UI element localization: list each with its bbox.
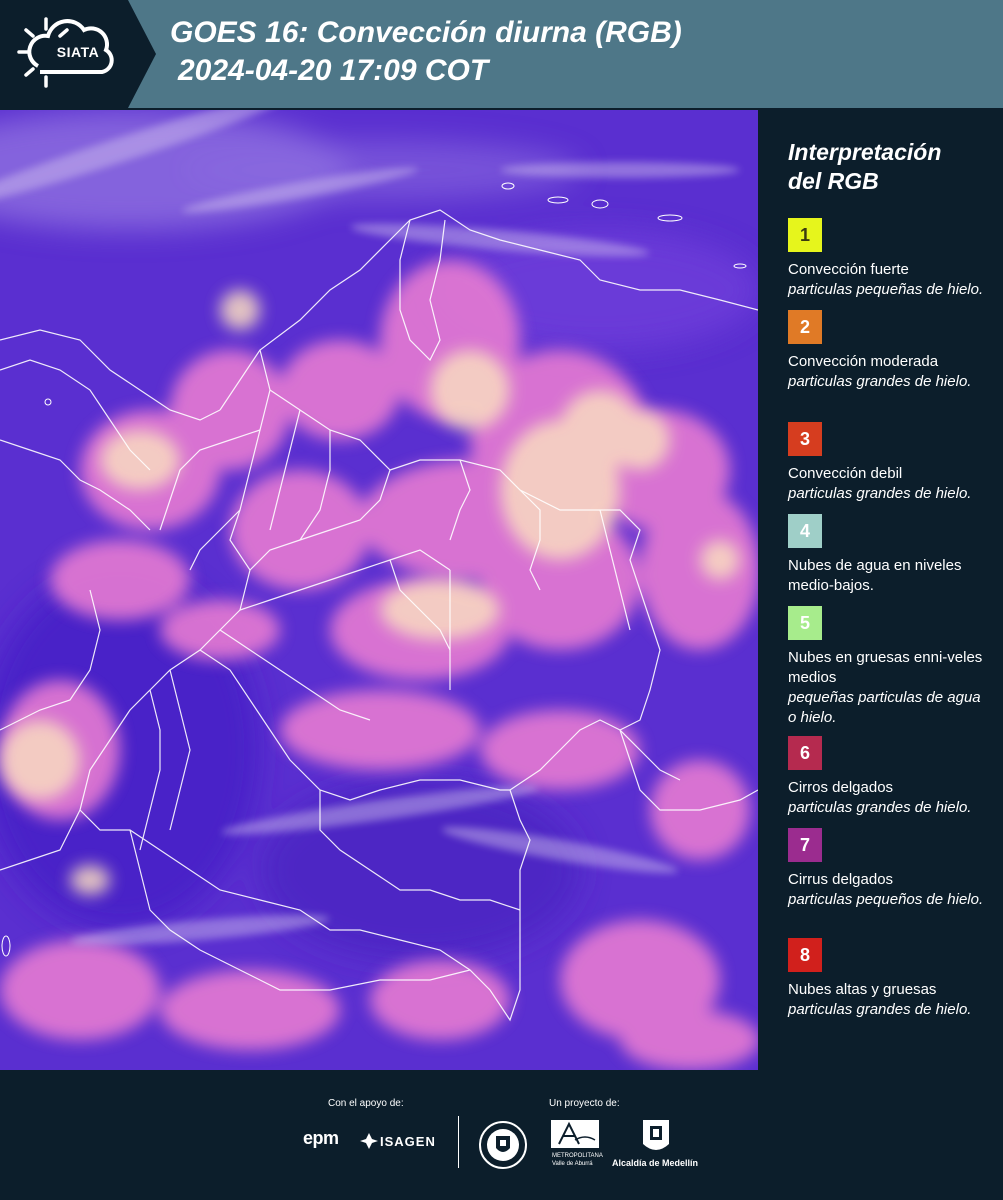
legend-sub-3: particulas grandes de hielo. <box>788 485 972 502</box>
area-caption-line-1: METROPOLITANA <box>552 1153 603 1159</box>
isagen-logo: ISAGEN <box>380 1134 436 1149</box>
legend-label-8: Nubes altas y gruesas <box>788 981 937 998</box>
legend-sub-2: particulas grandes de hielo. <box>788 373 972 390</box>
legend-sub-6: particulas grandes de hielo. <box>788 799 972 816</box>
support-caption: Con el apoyo de: <box>328 1098 404 1109</box>
legend-item-8: 8 Nubes altas y gruesas particulas grand… <box>788 938 993 1020</box>
legend-swatch-5: 5 <box>788 606 822 640</box>
isagen-logo-icon <box>360 1133 378 1149</box>
legend-label-5: Nubes en gruesas enni-veles medios <box>788 649 983 686</box>
legend-label-3: Convección debil <box>788 465 903 482</box>
legend-sub-7: particulas pequeños de hielo. <box>788 891 984 908</box>
epm-logo: epm <box>303 1128 339 1148</box>
legend-label-6: Cirros delgados <box>788 779 894 796</box>
legend-item-4: 4 Nubes de agua en niveles medio-bajos. <box>788 514 993 596</box>
title-line-2: 2024-04-20 17:09 COT <box>178 54 489 87</box>
legend-item-6: 6 Cirros delgados particulas grandes de … <box>788 736 993 818</box>
project-caption: Un proyecto de: <box>549 1098 620 1109</box>
legend-label-2: Convección moderada <box>788 353 939 370</box>
title-line-1: GOES 16: Convección diurna (RGB) <box>170 16 682 49</box>
alcaldia-caption: Alcaldía de Medellín <box>612 1158 699 1168</box>
siata-logo: SIATA <box>0 0 160 108</box>
legend-title-line-2: del RGB <box>788 168 879 194</box>
legend-item-3: 3 Convección debil particulas grandes de… <box>788 422 993 504</box>
legend-title-line-1: Interpretación <box>788 139 942 165</box>
legend-item-1: 1 Convección fuerte particulas pequeñas … <box>788 218 993 300</box>
legend-swatch-3: 3 <box>788 422 822 456</box>
header-bar: SIATA GOES 16: Convección diurna (RGB) 2… <box>0 0 1003 108</box>
alcaldia-shield-icon <box>643 1120 669 1150</box>
legend-label-1: Convección fuerte <box>788 261 909 278</box>
legend-item-2: 2 Convección moderada particulas grandes… <box>788 310 993 392</box>
page-title: GOES 16: Convección diurna (RGB) 2024-04… <box>170 14 682 90</box>
legend-swatch-8: 8 <box>788 938 822 972</box>
medellin-seal-icon <box>479 1121 527 1169</box>
area-caption-line-2: Valle de Aburrá <box>552 1161 593 1167</box>
legend-swatch-2: 2 <box>788 310 822 344</box>
area-metropolitana-caption: METROPOLITANA Valle de Aburrá <box>552 1152 603 1168</box>
legend-item-5: 5 Nubes en gruesas enni-veles medios peq… <box>788 606 993 728</box>
legend-label-4: Nubes de agua en niveles medio-bajos. <box>788 557 962 594</box>
legend-panel: Interpretación del RGB 1 Convección fuer… <box>760 110 1003 1070</box>
legend-sub-5: pequeñas particulas de agua o hielo. <box>788 689 981 726</box>
logo-text: SIATA <box>56 44 100 60</box>
satellite-image <box>0 110 758 1070</box>
legend-title: Interpretación del RGB <box>788 138 988 196</box>
legend-swatch-4: 4 <box>788 514 822 548</box>
legend-sub-1: particulas pequeñas de hielo. <box>788 281 984 298</box>
satellite-map[interactable] <box>0 110 758 1070</box>
legend-swatch-1: 1 <box>788 218 822 252</box>
legend-swatch-6: 6 <box>788 736 822 770</box>
legend-item-7: 7 Cirrus delgados particulas pequeños de… <box>788 828 993 910</box>
footer: Con el apoyo de: Un proyecto de: epm ISA… <box>0 1070 1003 1200</box>
footer-divider <box>458 1116 459 1168</box>
legend-sub-8: particulas grandes de hielo. <box>788 1001 972 1018</box>
legend-swatch-7: 7 <box>788 828 822 862</box>
area-metropolitana-logo-icon <box>551 1120 599 1148</box>
legend-label-7: Cirrus delgados <box>788 871 894 888</box>
